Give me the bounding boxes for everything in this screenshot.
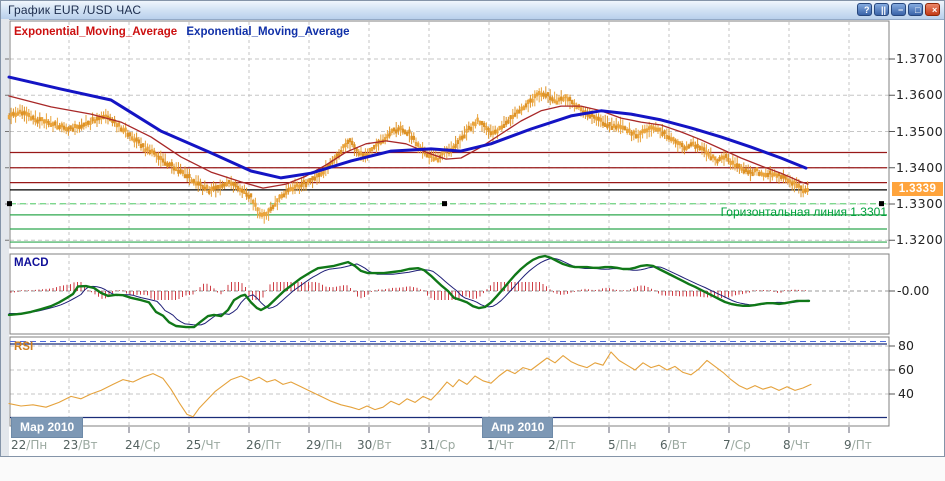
- weekday: Пт: [856, 438, 872, 452]
- day-number: 26: [246, 438, 261, 452]
- chart-window: График EUR /USD ЧАС ? || − □ × Exponenti…: [0, 0, 945, 457]
- rsi-tick-label: 40: [898, 386, 914, 401]
- price-tick-label: 1.3300: [896, 196, 943, 211]
- chart-canvas[interactable]: [1, 1, 945, 481]
- time-tick-label: 30/Вт: [357, 438, 392, 452]
- weekday: Пт: [265, 438, 281, 452]
- time-tick-label: 5/Пн: [608, 438, 637, 452]
- day-number: 31: [420, 438, 435, 452]
- weekday: Пн: [620, 438, 637, 452]
- price-tick-label: 1.3400: [896, 160, 943, 175]
- time-tick-label: 1/Чт: [487, 438, 514, 452]
- weekday: Пн: [30, 438, 47, 452]
- time-tick-label: 7/Ср: [723, 438, 751, 452]
- gridlines: [10, 22, 889, 425]
- time-tick-label: 29/Пн: [306, 438, 342, 452]
- time-tick-label: 8/Чт: [783, 438, 810, 452]
- weekday: Пн: [325, 438, 342, 452]
- panel-borders: [10, 21, 889, 426]
- rsi-bands: [10, 342, 887, 418]
- day-number: 29: [306, 438, 321, 452]
- time-tick-label: 25/Чт: [186, 438, 221, 452]
- weekday: Ср: [735, 438, 751, 452]
- legend-ema-red[interactable]: Exponential_Moving_Average: [14, 26, 177, 38]
- price-tick-label: 1.3700: [896, 51, 943, 66]
- day-number: 1: [487, 438, 495, 452]
- day-number: 30: [357, 438, 372, 452]
- time-tick-label: 31/Ср: [420, 438, 455, 452]
- day-number: 23: [63, 438, 78, 452]
- indicator-legend: Exponential_Moving_Average Exponential_M…: [14, 26, 350, 38]
- time-tick-label: 23/Вт: [63, 438, 98, 452]
- time-tick-label: 6/Вт: [660, 438, 687, 452]
- time-tick-label: 9/Пт: [844, 438, 872, 452]
- screen: График EUR /USD ЧАС ? || − □ × Exponenti…: [0, 0, 945, 481]
- price-tick-label: 1.3500: [896, 124, 943, 139]
- weekday: Вт: [376, 438, 391, 452]
- horizontal-line-annotation[interactable]: Горизонтальная линия 1.3301: [601, 205, 887, 219]
- weekday: Чт: [205, 438, 220, 452]
- current-price-tag: 1.3339: [892, 182, 943, 196]
- rsi-panel-label: RSI: [14, 341, 33, 353]
- day-number: 8: [783, 438, 791, 452]
- axis-ticks: [5, 59, 895, 433]
- time-tick-label: 22/Пн: [11, 438, 47, 452]
- day-number: 7: [723, 438, 731, 452]
- rsi-tick-label: 80: [898, 338, 914, 353]
- month-tag-april: Апр 2010: [482, 417, 553, 438]
- month-tag-march: Мар 2010: [11, 417, 83, 438]
- day-number: 25: [186, 438, 201, 452]
- hline-drag-handle[interactable]: [442, 201, 447, 206]
- legend-ema-blue[interactable]: Exponential_Moving_Average: [186, 26, 349, 38]
- day-number: 22: [11, 438, 26, 452]
- rsi-line: [9, 352, 811, 417]
- macd-zero-label: -0.00: [897, 283, 929, 298]
- hline-drag-handle[interactable]: [7, 201, 12, 206]
- weekday: Чт: [499, 438, 514, 452]
- day-number: 2: [548, 438, 556, 452]
- rsi-tick-label: 60: [898, 362, 914, 377]
- weekday: Вт: [82, 438, 97, 452]
- day-number: 9: [844, 438, 852, 452]
- time-tick-label: 2/Пт: [548, 438, 576, 452]
- weekday: Ср: [144, 438, 160, 452]
- weekday: Вт: [672, 438, 687, 452]
- day-number: 5: [608, 438, 616, 452]
- macd-panel-label: MACD: [14, 257, 49, 269]
- price-tick-label: 1.3200: [896, 232, 943, 247]
- price-hlines[interactable]: [7, 153, 887, 243]
- weekday: Пт: [560, 438, 576, 452]
- weekday: Чт: [795, 438, 810, 452]
- weekday: Ср: [439, 438, 455, 452]
- day-number: 6: [660, 438, 668, 452]
- price-tick-label: 1.3600: [896, 87, 943, 102]
- time-tick-label: 26/Пт: [246, 438, 281, 452]
- day-number: 24: [125, 438, 140, 452]
- time-tick-label: 24/Ср: [125, 438, 160, 452]
